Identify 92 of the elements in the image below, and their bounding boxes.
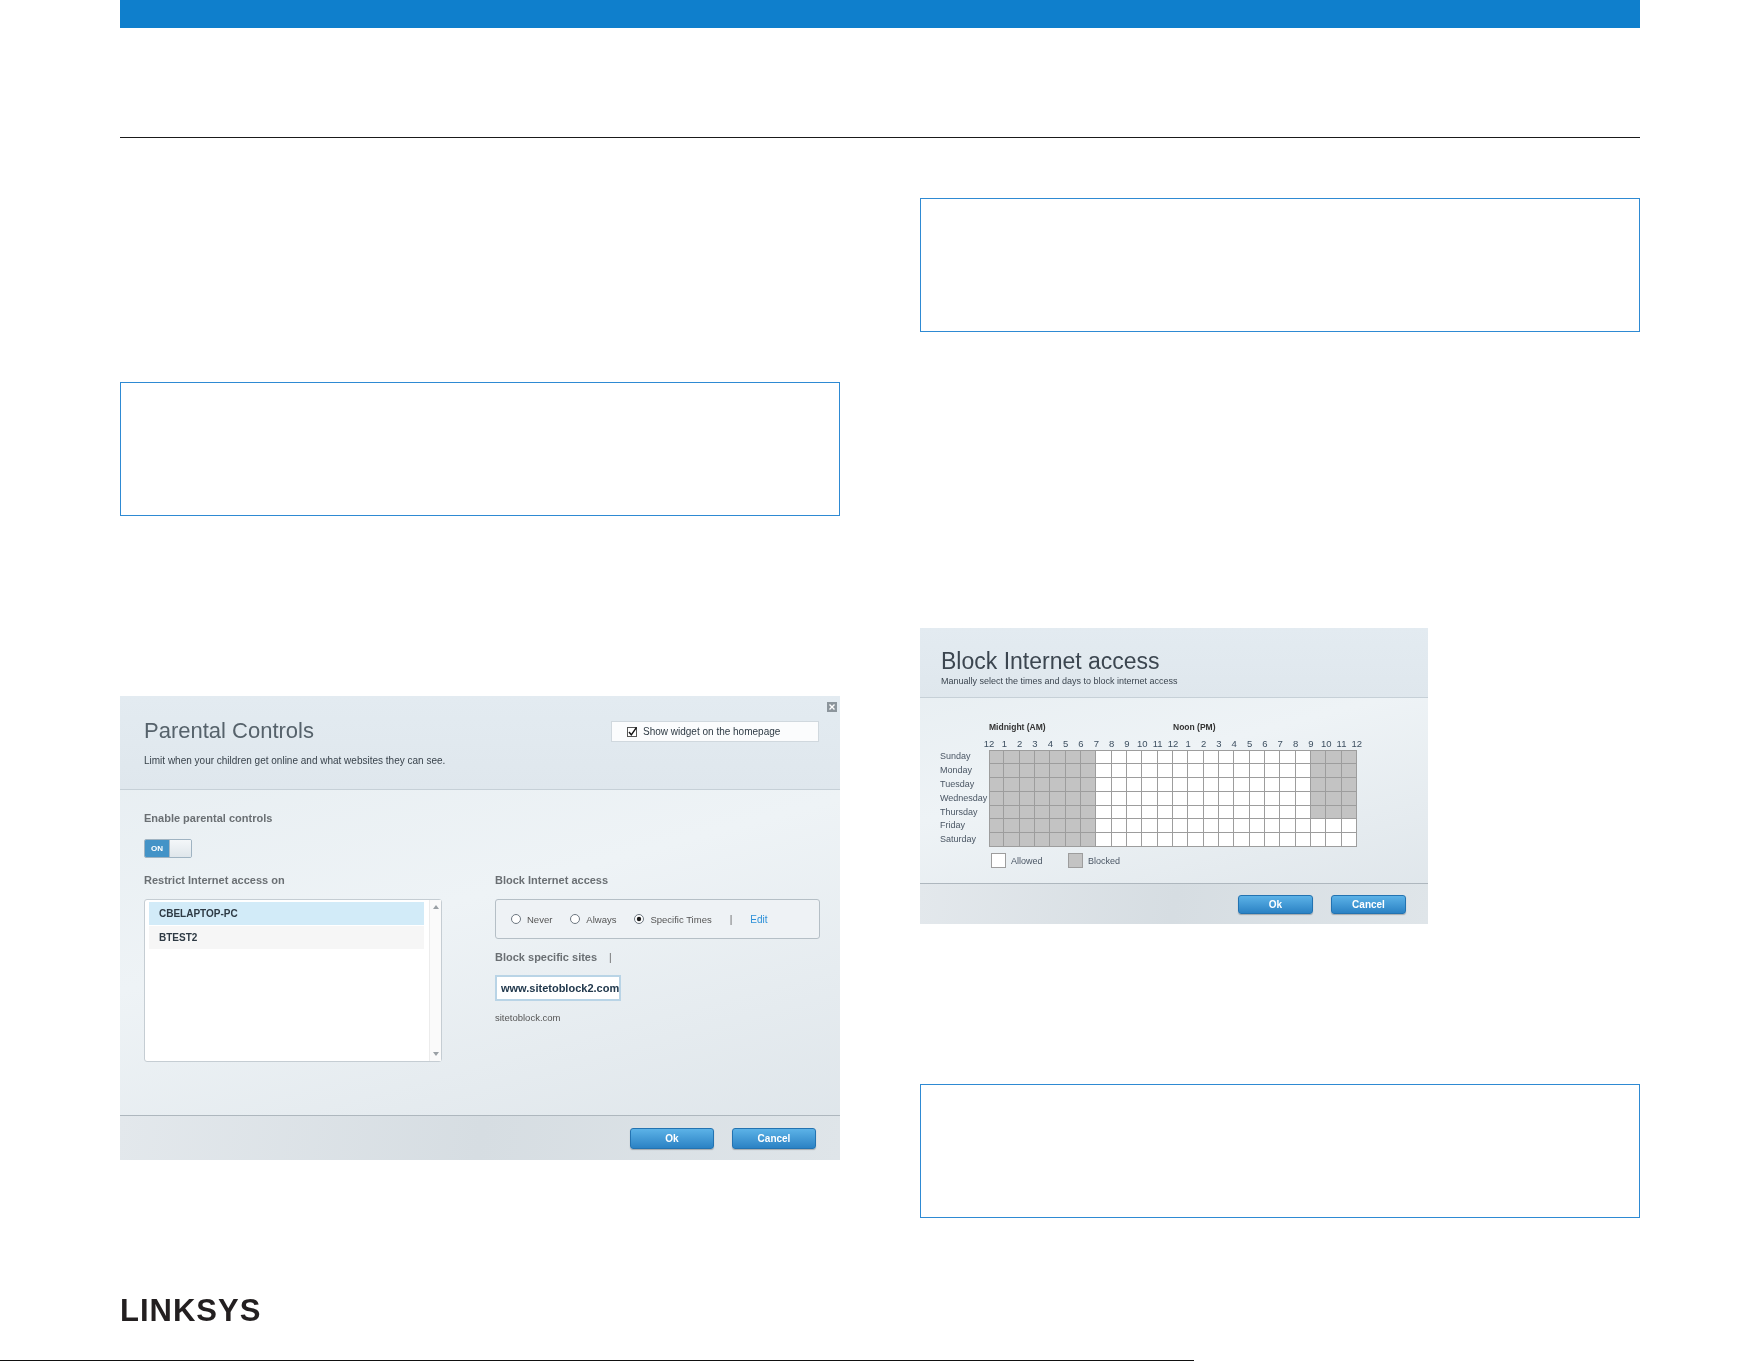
schedule-cell[interactable]	[989, 833, 1005, 848]
dialog-title: Block Internet access	[941, 647, 1161, 675]
schedule-cell[interactable]	[1280, 819, 1296, 834]
day-label: Thursday	[940, 805, 979, 819]
schedule-cell[interactable]	[1142, 819, 1158, 834]
schedule-cell[interactable]	[1004, 819, 1020, 834]
schedule-cell[interactable]	[1142, 750, 1158, 764]
dialog-subtitle: Limit when your children get online and what websites they can see.	[144, 754, 446, 768]
schedule-cell[interactable]	[1188, 750, 1204, 764]
schedule-cell[interactable]	[1096, 833, 1112, 848]
day-label: Wednesday	[940, 791, 989, 805]
legend-label: Allowed	[1011, 855, 1043, 866]
schedule-cell[interactable]	[1050, 819, 1066, 834]
widget-checkbox-option[interactable]: Show widget on the homepage	[611, 721, 819, 742]
swatch-icon	[1068, 853, 1083, 869]
schedule-cell[interactable]	[1096, 819, 1112, 834]
hour-label: 5	[1062, 738, 1070, 750]
day-label: Monday	[940, 763, 974, 777]
section-label: Restrict Internet access on	[144, 873, 285, 888]
hour-label: 8	[1107, 738, 1116, 750]
swatch-icon	[991, 853, 1006, 869]
hour-label: 2	[1016, 738, 1024, 750]
site-input-field[interactable]: www.sitetoblock2.com	[495, 975, 621, 1001]
radio-icon[interactable]	[511, 914, 521, 924]
hour-label: 7	[1092, 738, 1100, 750]
hour-label: 3	[1031, 738, 1039, 750]
device-list-item[interactable]: BTEST2	[149, 926, 424, 949]
checkbox-icon[interactable]	[627, 726, 637, 737]
hour-label: 10	[1319, 738, 1333, 750]
hour-label: 2	[1199, 738, 1208, 750]
hour-label: 12	[982, 738, 996, 750]
hour-label: 1	[1000, 738, 1008, 750]
radio-icon[interactable]	[634, 914, 645, 924]
schedule-cell[interactable]	[1096, 750, 1112, 764]
period-label: Noon (PM)	[1173, 721, 1217, 733]
section-label: Block Internet access	[495, 873, 609, 888]
hour-label: 7	[1276, 738, 1284, 750]
radio-icon[interactable]	[570, 914, 581, 924]
hour-label: 4	[1230, 738, 1238, 750]
separator: |	[609, 951, 612, 963]
radio-option[interactable]: Always	[570, 913, 617, 925]
schedule-cell[interactable]	[1188, 833, 1204, 848]
schedule-cell[interactable]	[1280, 833, 1296, 848]
hour-label: 4	[1046, 738, 1054, 750]
radio-option[interactable]: Never	[511, 913, 553, 925]
schedule-cell[interactable]	[989, 750, 1005, 764]
dialog-subtitle: Manually select the times and days to block internet access	[941, 675, 1179, 687]
close-icon[interactable]	[827, 702, 837, 712]
hour-label: 6	[1077, 738, 1085, 750]
brand-logo: LINKSYS	[120, 1295, 262, 1327]
radio-option[interactable]: Specific Times	[634, 913, 712, 925]
blocked-site-entry: sitetoblock.com	[495, 1011, 561, 1025]
schedule-cell[interactable]	[1050, 833, 1066, 848]
hour-label: 9	[1307, 738, 1315, 750]
day-label: Sunday	[940, 750, 972, 763]
down-caret-icon[interactable]	[432, 1052, 439, 1056]
day-label: Tuesday	[940, 777, 976, 791]
schedule-cell[interactable]	[1234, 833, 1250, 848]
schedule-cell[interactable]	[1142, 833, 1158, 848]
hour-label: 9	[1123, 738, 1131, 750]
device-list-item[interactable]: CBELAPTOP-PC	[149, 902, 424, 925]
dialog-title: Parental Controls	[144, 717, 315, 745]
schedule-cell[interactable]	[1188, 819, 1204, 834]
hour-label: 11	[1151, 738, 1164, 750]
hour-label: 8	[1291, 738, 1300, 750]
hour-label: 5	[1245, 738, 1254, 750]
hour-label: 11	[1335, 738, 1348, 750]
schedule-cell[interactable]	[989, 819, 1005, 834]
section-label: Enable parental controls	[144, 811, 273, 826]
schedule-cell[interactable]	[1234, 819, 1250, 834]
schedule-cell[interactable]	[1326, 819, 1342, 834]
section-label: Block specific sites	[495, 950, 598, 965]
hour-label: 12	[1350, 738, 1364, 750]
legend-label: Blocked	[1088, 855, 1121, 866]
schedule-cell[interactable]	[1326, 833, 1342, 848]
hour-label: 3	[1215, 738, 1223, 750]
schedule-cell[interactable]	[1280, 750, 1296, 764]
schedule-cell[interactable]	[1004, 833, 1020, 848]
scrollbar[interactable]	[429, 900, 441, 1061]
hour-label: 10	[1136, 738, 1149, 750]
period-label: Midnight (AM)	[989, 721, 1047, 733]
separator: |	[729, 913, 733, 925]
hour-label: 1	[1184, 738, 1192, 750]
hour-label: 12	[1166, 738, 1180, 750]
day-label: Saturday	[940, 833, 978, 847]
hour-label: 6	[1261, 738, 1269, 750]
day-label: Friday	[940, 819, 966, 833]
schedule-cell[interactable]	[1004, 750, 1020, 764]
schedule-cell[interactable]	[1050, 750, 1066, 764]
schedule-cell[interactable]	[1326, 750, 1342, 764]
up-caret-icon[interactable]	[432, 905, 439, 909]
schedule-cell[interactable]	[1234, 750, 1250, 764]
